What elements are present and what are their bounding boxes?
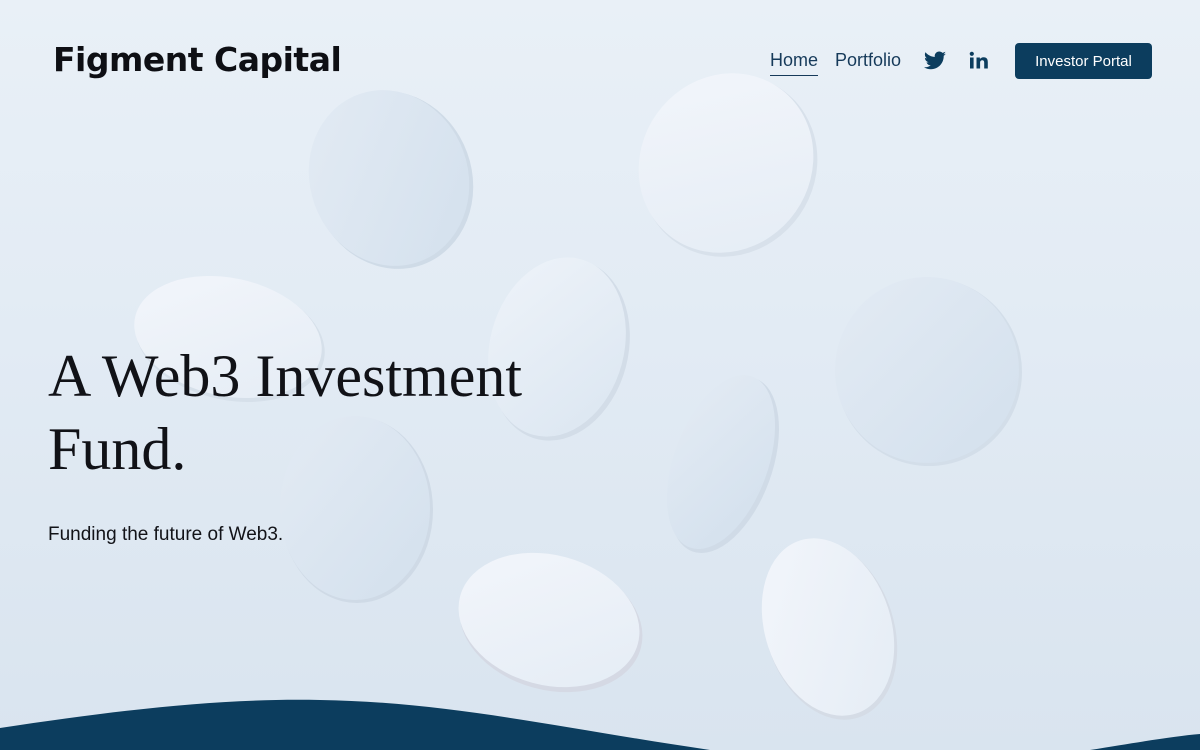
linkedin-icon[interactable] [967,49,991,73]
twitter-icon[interactable] [923,49,947,73]
nav-link-home[interactable]: Home [770,48,819,76]
site-header: Figment Capital Home Portfolio Investor … [0,0,1200,120]
logo[interactable]: Figment Capital [53,40,342,80]
disc-5 [835,277,1022,466]
bottom-wave-divider [0,699,1200,750]
hero-title: A Web3 Investment Fund. [48,343,522,482]
investor-portal-button[interactable]: Investor Portal [1015,43,1152,79]
nav-link-portfolio[interactable]: Portfolio [835,48,901,75]
hero-subtitle: Funding the future of Web3. [48,524,284,545]
disc-6 [666,374,779,553]
